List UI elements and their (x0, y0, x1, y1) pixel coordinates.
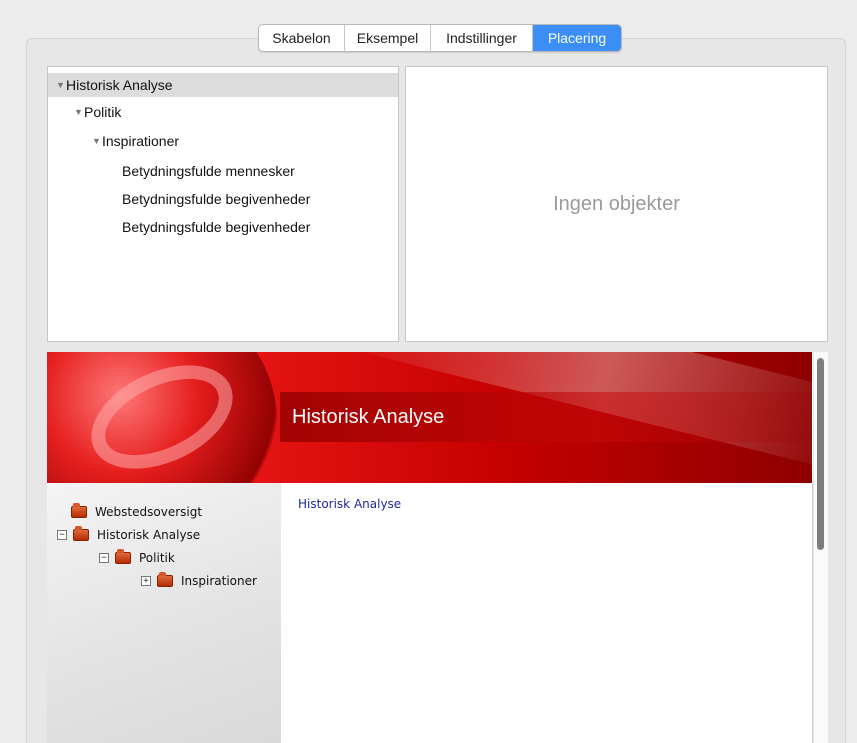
outline-item-label: Politik (84, 104, 122, 120)
outline-item-label: Inspirationer (102, 133, 180, 149)
nav-item-label: Politik (139, 551, 175, 565)
folder-icon (73, 526, 89, 541)
outline-tree-panel: ▼ Historisk Analyse ▼ Politik ▼ Inspirat… (47, 66, 399, 342)
outline-item-label: Betydningsfulde begivenheder (122, 219, 311, 235)
nav-item-label: Historisk Analyse (97, 528, 201, 542)
nav-item-historisk-analyse[interactable]: − Historisk Analyse (57, 526, 200, 544)
outline-item-label: Betydningsfulde mennesker (122, 163, 295, 179)
scrollbar-thumb[interactable] (817, 358, 824, 550)
outline-item-label: Betydningsfulde begivenheder (122, 191, 311, 207)
outline-item-politik[interactable]: ▼ Politik (48, 100, 398, 124)
tab-eksempel[interactable]: Eksempel (345, 25, 431, 51)
outline-item-betydningsfulde-begivenheder-2[interactable]: Betydningsfulde begivenheder (48, 215, 398, 239)
expand-icon[interactable]: + (141, 576, 151, 586)
folder-icon (115, 549, 131, 564)
outline-item-historisk-analyse[interactable]: ▼ Historisk Analyse (48, 73, 398, 97)
banner-title: Historisk Analyse (292, 405, 445, 428)
preview-sidebar-nav: Webstedsoversigt − Historisk Analyse − P… (47, 483, 281, 743)
tab-placering[interactable]: Placering (533, 25, 621, 51)
objects-panel: Ingen objekter (405, 66, 828, 342)
empty-state-text: Ingen objekter (553, 192, 680, 215)
disclosure-triangle-icon[interactable]: ▼ (56, 80, 66, 90)
tab-bar: Skabelon Eksempel Indstillinger Placerin… (258, 24, 622, 52)
nav-item-label: Webstedsoversigt (95, 505, 203, 519)
disclosure-triangle-icon[interactable]: ▼ (92, 136, 102, 146)
collapse-icon[interactable]: − (57, 530, 67, 540)
tab-indstillinger[interactable]: Indstillinger (431, 25, 533, 51)
content-link[interactable]: Historisk Analyse (298, 497, 401, 511)
nav-item-inspirationer[interactable]: + Inspirationer (141, 572, 257, 590)
tab-skabelon[interactable]: Skabelon (259, 25, 345, 51)
folder-icon (157, 572, 173, 587)
nav-item-politik[interactable]: − Politik (99, 549, 175, 567)
collapse-icon[interactable]: − (99, 553, 109, 563)
banner-title-bar: Historisk Analyse (280, 392, 812, 442)
folder-icon (71, 503, 87, 518)
disclosure-triangle-icon[interactable]: ▼ (74, 107, 84, 117)
outline-item-betydningsfulde-begivenheder[interactable]: Betydningsfulde begivenheder (48, 187, 398, 211)
preview-banner: Historisk Analyse (47, 352, 812, 483)
outline-item-label: Historisk Analyse (66, 77, 173, 93)
site-preview: Historisk Analyse Webstedsoversigt − His… (47, 352, 828, 743)
outline-item-betydningsfulde-mennesker[interactable]: Betydningsfulde mennesker (48, 159, 398, 183)
outline-item-inspirationer[interactable]: ▼ Inspirationer (48, 129, 398, 153)
nav-item-label: Inspirationer (181, 574, 257, 588)
nav-item-webstedsoversigt[interactable]: Webstedsoversigt (71, 503, 202, 521)
